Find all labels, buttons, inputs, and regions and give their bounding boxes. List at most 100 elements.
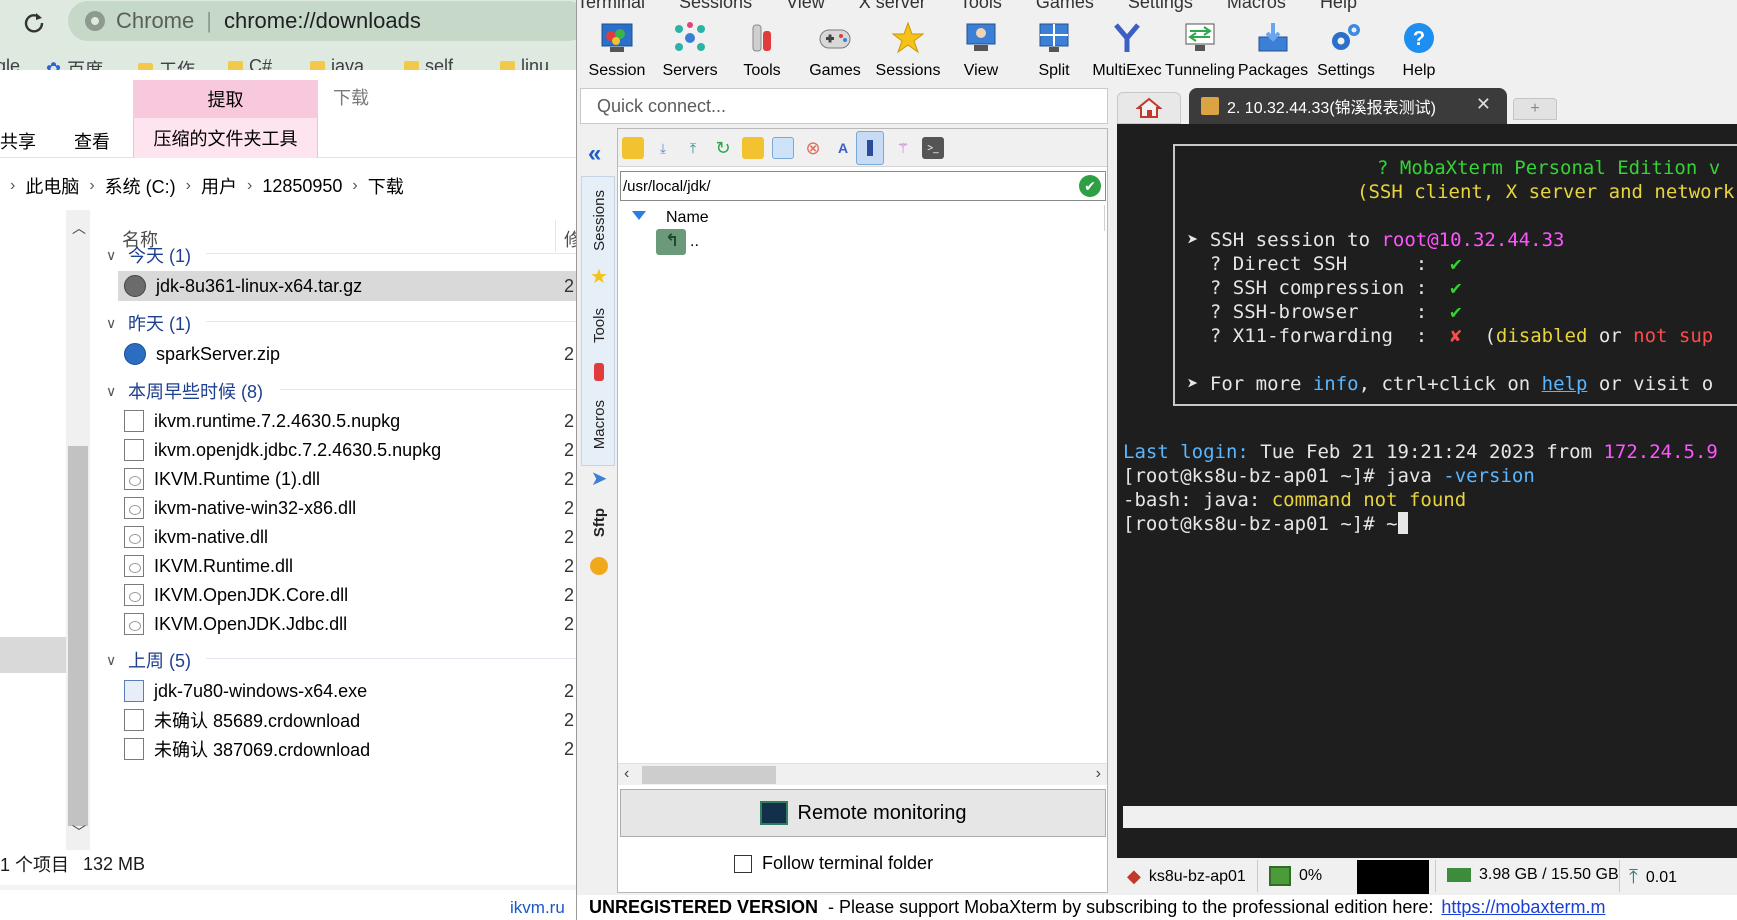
menu-settings[interactable]: Settings xyxy=(1128,0,1193,12)
file-row[interactable]: jdk-7u80-windows-x64.exe 2 xyxy=(118,676,576,706)
view-button[interactable]: View xyxy=(941,18,1021,84)
checkbox-box[interactable] xyxy=(734,854,752,873)
new-file-icon[interactable] xyxy=(772,137,794,159)
menu-help[interactable]: Help xyxy=(1320,0,1357,12)
file-date: 2 xyxy=(564,439,575,460)
menu-macros[interactable]: Macros xyxy=(1227,0,1286,12)
subscribe-link[interactable]: https://mobaxterm.m xyxy=(1441,897,1605,918)
scrollbar-thumb[interactable] xyxy=(642,766,776,784)
status-host: ◆ ks8u-bz-ap01 xyxy=(1127,866,1246,887)
menu-view[interactable]: View xyxy=(786,0,825,12)
group-header-today[interactable]: ∨ 今天 (1) xyxy=(106,242,191,268)
help-button[interactable]: ? Help xyxy=(1379,18,1459,84)
file-row[interactable]: IKVM.Runtime (1).dll 2 xyxy=(118,464,576,494)
delete-icon[interactable]: ⊗ xyxy=(802,137,824,159)
side-tab-macros[interactable]: Macros xyxy=(584,390,614,460)
tools-button[interactable]: Tools xyxy=(722,18,802,84)
quick-connect-input[interactable]: Quick connect... xyxy=(580,88,1108,124)
menu-tools[interactable]: Tools xyxy=(960,0,1002,12)
breadcrumb-item[interactable]: 用户 xyxy=(201,173,237,199)
session-tab-bar: 2. 10.32.44.33(锦溪报表测试) ✕ + xyxy=(1117,88,1737,124)
file-row[interactable]: IKVM.Runtime.dll 2 xyxy=(118,551,576,581)
file-row[interactable]: ikvm.runtime.7.2.4630.5.nupkg 2 xyxy=(118,406,576,436)
file-row[interactable]: 未确认 85689.crdownload 2 xyxy=(118,705,576,735)
terminal-scrollbar[interactable] xyxy=(1123,806,1737,828)
column-divider[interactable] xyxy=(1104,205,1105,231)
home-tab[interactable] xyxy=(1117,92,1181,124)
menu-terminal[interactable]: Terminal xyxy=(577,0,645,12)
scroll-up-icon[interactable]: ︿ xyxy=(72,218,86,236)
group-header-last-week[interactable]: ∨ 上周 (5) xyxy=(106,647,191,673)
terminal-icon[interactable]: >_ xyxy=(922,137,944,159)
session-button[interactable]: Session xyxy=(577,18,657,84)
checkmark-icon[interactable]: ✔ xyxy=(1079,175,1101,197)
address-bar[interactable]: Chrome | chrome://downloads xyxy=(68,1,588,41)
ribbon-tab-compressed-tools[interactable]: 压缩的文件夹工具 xyxy=(133,118,318,158)
scroll-down-icon[interactable]: ﹀ xyxy=(72,822,86,840)
scroll-right-icon[interactable]: › xyxy=(1096,765,1101,783)
breadcrumb-item[interactable]: 12850950 xyxy=(262,176,342,197)
ribbon-tab-extract[interactable]: 提取 xyxy=(133,80,318,118)
servers-button[interactable]: Servers xyxy=(650,18,730,84)
download-icon[interactable]: ⤓ xyxy=(652,137,674,159)
breadcrumb[interactable]: › 此电脑 › 系统 (C:) › 用户 › 12850950 › 下载 xyxy=(0,168,576,204)
settings-button[interactable]: Settings xyxy=(1306,18,1386,84)
menu-sessions[interactable]: Sessions xyxy=(679,0,752,12)
scroll-left-icon[interactable]: ‹ xyxy=(624,765,629,783)
remote-monitoring-button[interactable]: Remote monitoring xyxy=(620,789,1106,837)
new-folder-icon[interactable] xyxy=(742,137,764,159)
menu-games[interactable]: Games xyxy=(1036,0,1094,12)
file-row[interactable]: sparkServer.zip 2 xyxy=(118,339,576,369)
check-label: ? SSH compression : xyxy=(1187,277,1451,299)
file-row[interactable]: jdk-8u361-linux-x64.tar.gz 2 xyxy=(118,271,576,301)
navigation-pane[interactable] xyxy=(0,210,66,850)
ribbon-tab-view[interactable]: 查看 xyxy=(74,128,110,154)
ribbon-tab-share[interactable]: 共享 xyxy=(0,128,36,154)
parent-folder-icon[interactable] xyxy=(622,137,644,159)
upload-icon[interactable]: ⤒ xyxy=(682,137,704,159)
file-row[interactable]: IKVM.OpenJDK.Core.dll 2 xyxy=(118,580,576,610)
file-date: 2 xyxy=(564,613,575,634)
reload-button[interactable] xyxy=(20,8,48,36)
file-row[interactable]: IKVM.OpenJDK.Jdbc.dll 2 xyxy=(118,609,576,639)
packages-button[interactable]: Packages xyxy=(1233,18,1313,84)
refresh-icon[interactable]: ↻ xyxy=(712,137,734,159)
scrollbar-thumb[interactable] xyxy=(68,446,88,826)
games-button[interactable]: Games xyxy=(795,18,875,84)
menu-x-server[interactable]: X server xyxy=(859,0,926,12)
group-header-earlier-this-week[interactable]: ∨ 本周早些时候 (8) xyxy=(106,378,263,404)
session-tab[interactable]: 2. 10.32.44.33(锦溪报表测试) ✕ xyxy=(1189,88,1507,124)
side-tab-tools[interactable]: Tools xyxy=(584,296,614,356)
close-icon[interactable]: ✕ xyxy=(1476,94,1491,115)
breadcrumb-item[interactable]: 系统 (C:) xyxy=(105,173,176,199)
column-divider[interactable] xyxy=(555,220,556,252)
file-row[interactable]: 未确认 387069.crdownload 2 xyxy=(118,734,576,764)
side-tab-sftp[interactable]: Sftp xyxy=(584,498,614,548)
terminal[interactable]: ? MobaXterm Personal Edition v (SSH clie… xyxy=(1117,124,1737,858)
side-tab-sessions[interactable]: Sessions xyxy=(584,180,614,260)
new-tab-button[interactable]: + xyxy=(1513,98,1557,120)
sftp-parent-row[interactable]: ↰ .. xyxy=(656,229,699,255)
file-row[interactable]: ikvm-native.dll 2 xyxy=(118,522,576,552)
collapse-panel-icon[interactable]: « xyxy=(588,140,601,168)
multiexec-button[interactable]: MultiExec xyxy=(1087,18,1167,84)
navigation-selected-item[interactable] xyxy=(0,637,66,673)
tunneling-button[interactable]: Tunneling xyxy=(1160,18,1240,84)
follow-terminal-checkbox[interactable]: Follow terminal folder xyxy=(734,853,933,874)
file-row[interactable]: ikvm.openjdk.jdbc.7.2.4630.5.nupkg 2 xyxy=(118,435,576,465)
sftp-horizontal-scrollbar[interactable]: ‹ › xyxy=(618,763,1107,785)
navigation-scrollbar[interactable]: ︿ ﹀ xyxy=(66,210,90,850)
sessions-button[interactable]: Sessions xyxy=(868,18,948,84)
breadcrumb-item[interactable]: 此电脑 xyxy=(25,173,79,199)
magic-wand-icon[interactable]: ⚚ xyxy=(892,137,914,159)
sftp-path-input[interactable]: /usr/local/jdk/ ✔ xyxy=(620,171,1106,201)
file-row[interactable]: ikvm-native-win32-x86.dll 2 xyxy=(118,493,576,523)
rename-icon[interactable]: A xyxy=(832,137,854,159)
group-header-yesterday[interactable]: ∨ 昨天 (1) xyxy=(106,310,191,336)
status-separator xyxy=(1619,860,1620,892)
breadcrumb-item[interactable]: 下载 xyxy=(368,173,404,199)
info-link[interactable]: info xyxy=(1313,373,1359,395)
permissions-icon[interactable] xyxy=(856,131,884,165)
help-link[interactable]: help xyxy=(1542,373,1588,395)
split-button[interactable]: Split xyxy=(1014,18,1094,84)
